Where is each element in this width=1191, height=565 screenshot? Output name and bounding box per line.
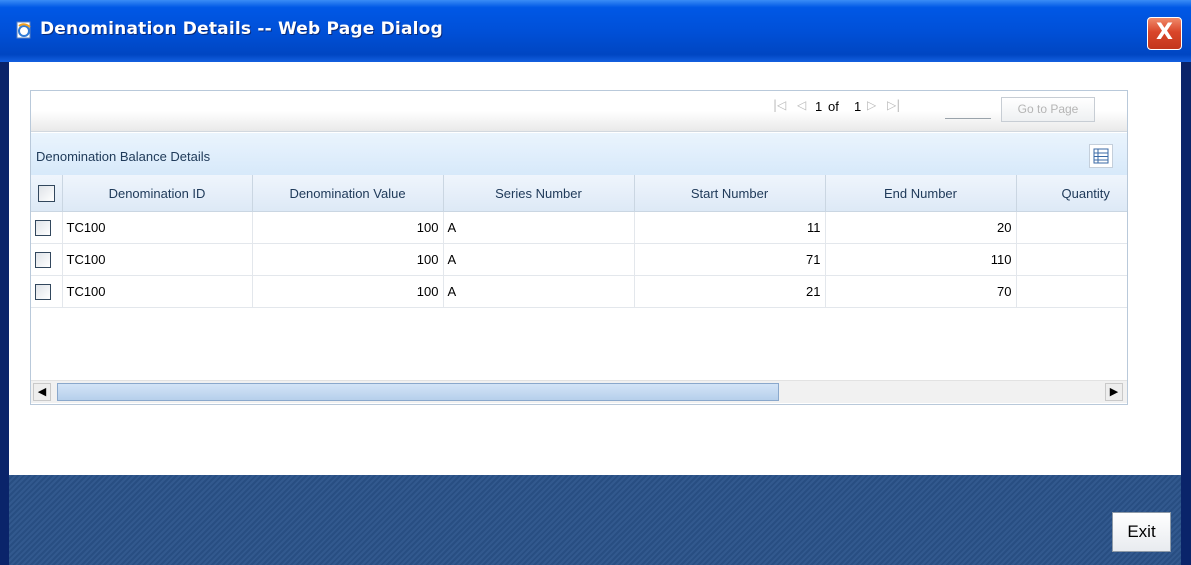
- row-checkbox[interactable]: [35, 219, 51, 236]
- scroll-left-icon[interactable]: ◀: [33, 383, 51, 401]
- quantity-cell: [1016, 243, 1127, 276]
- row-select-cell: [31, 275, 63, 308]
- ie-page-icon: [16, 21, 31, 39]
- footer-bar: Exit: [9, 475, 1181, 565]
- scrollbar-thumb[interactable]: [57, 383, 779, 401]
- series-number-cell: A: [443, 211, 635, 244]
- denomination-id-cell: TC100: [62, 243, 253, 276]
- end-number-cell: 110: [825, 243, 1017, 276]
- horizontal-scrollbar[interactable]: ◀ ▶: [31, 380, 1127, 403]
- start-number-cell: 71: [634, 243, 826, 276]
- table-header-row: Denomination ID Denomination Value Serie…: [31, 175, 1127, 212]
- denomination-table: Denomination ID Denomination Value Serie…: [31, 175, 1127, 308]
- row-select-cell: [31, 211, 63, 244]
- exit-button[interactable]: Exit: [1112, 512, 1171, 552]
- quantity-cell: [1016, 211, 1127, 244]
- first-page-icon[interactable]: |◁: [773, 98, 787, 114]
- start-number-cell: 21: [634, 275, 826, 308]
- page-number-input[interactable]: [945, 99, 991, 119]
- quantity-cell: [1016, 275, 1127, 308]
- column-header[interactable]: Start Number: [634, 175, 826, 212]
- prev-page-icon[interactable]: ◁: [797, 98, 811, 114]
- denomination-panel: |◁ ◁ 1 of 1 ▷ ▷| Go to Page Denomination…: [30, 90, 1128, 405]
- pagination-bar: |◁ ◁ 1 of 1 ▷ ▷| Go to Page: [31, 91, 1127, 132]
- total-pages: 1: [854, 99, 862, 114]
- start-number-cell: 11: [634, 211, 826, 244]
- table-row[interactable]: TC100 100 A 21 70: [31, 275, 1127, 308]
- table-row[interactable]: TC100 100 A 71 110: [31, 243, 1127, 276]
- row-select-cell: [31, 243, 63, 276]
- column-header[interactable]: Quantity: [1016, 175, 1127, 212]
- column-header[interactable]: Denomination ID: [62, 175, 253, 212]
- denomination-id-cell: TC100: [62, 275, 253, 308]
- close-button[interactable]: X: [1147, 17, 1182, 50]
- series-number-cell: A: [443, 275, 635, 308]
- single-view-icon[interactable]: [1089, 144, 1113, 168]
- column-header[interactable]: Series Number: [443, 175, 635, 212]
- column-header[interactable]: End Number: [825, 175, 1017, 212]
- scroll-right-icon[interactable]: ▶: [1105, 383, 1123, 401]
- denomination-id-cell: TC100: [62, 211, 253, 244]
- close-icon: X: [1156, 20, 1173, 45]
- column-header[interactable]: Denomination Value: [252, 175, 444, 212]
- go-to-page-button[interactable]: Go to Page: [1001, 97, 1095, 122]
- title-bar: Denomination Details -- Web Page Dialog …: [0, 0, 1191, 62]
- series-number-cell: A: [443, 243, 635, 276]
- denomination-value-cell: 100: [252, 211, 444, 244]
- current-page: 1: [815, 99, 823, 114]
- select-all-checkbox[interactable]: [37, 184, 55, 202]
- row-checkbox[interactable]: [35, 283, 51, 300]
- table-container: Denomination ID Denomination Value Serie…: [31, 175, 1127, 379]
- select-all-cell: [31, 175, 63, 212]
- denomination-value-cell: 100: [252, 243, 444, 276]
- dialog-window: Denomination Details -- Web Page Dialog …: [0, 0, 1191, 565]
- end-number-cell: 70: [825, 275, 1017, 308]
- section-title: Denomination Balance Details: [36, 149, 211, 164]
- section-header: Denomination Balance Details: [31, 133, 1127, 175]
- dialog-body: |◁ ◁ 1 of 1 ▷ ▷| Go to Page Denomination…: [9, 62, 1181, 565]
- row-checkbox[interactable]: [35, 251, 51, 268]
- next-page-icon[interactable]: ▷: [867, 98, 881, 114]
- window-title: Denomination Details -- Web Page Dialog: [40, 19, 443, 39]
- denomination-value-cell: 100: [252, 275, 444, 308]
- end-number-cell: 20: [825, 211, 1017, 244]
- page-of-label: of: [828, 99, 839, 114]
- table-row[interactable]: TC100 100 A 11 20: [31, 211, 1127, 244]
- last-page-icon[interactable]: ▷|: [887, 98, 901, 114]
